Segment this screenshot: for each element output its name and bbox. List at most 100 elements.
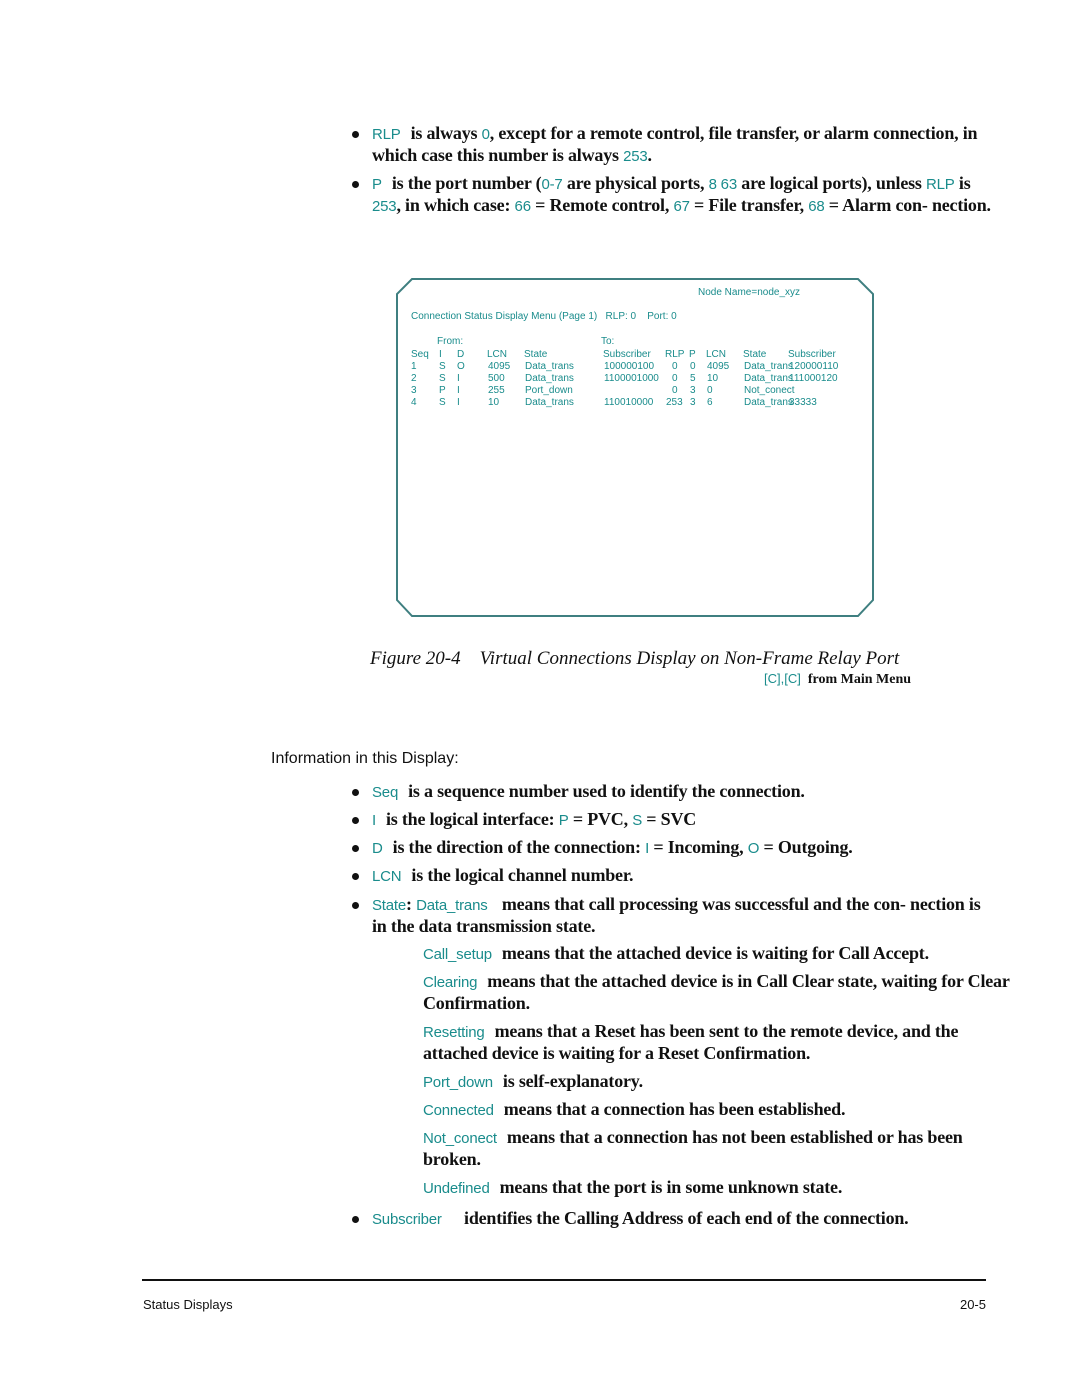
desc: identifies the Calling Address of each e… [464, 1208, 909, 1228]
text: = Outgoing. [759, 837, 853, 857]
menu-keys: [C],[C] [764, 671, 801, 686]
desc: is the logical interface: [385, 809, 559, 829]
column-header: State [524, 349, 548, 360]
figure-title: Virtual Connections Display on Non-Frame… [479, 648, 900, 669]
text: = Incoming, [649, 837, 748, 857]
table-cell: 0 [672, 361, 678, 372]
column-header: RLP [665, 349, 685, 360]
info-bullet: Iis the logical interface: P = PVC, S = … [352, 809, 1012, 831]
from-label: From: [437, 336, 464, 347]
table-cell: 3 [411, 385, 417, 396]
footer-page-number: 20-5 [959, 1297, 986, 1312]
text: is always [410, 123, 482, 143]
text: is the port number ( [391, 173, 542, 193]
bullet-subscriber: Subscriber identifies the Calling Addres… [352, 1208, 1012, 1230]
table-cell: Not_conect [744, 385, 795, 396]
code-value: 66 [514, 198, 532, 215]
menu-line: Connection Status Display Menu (Page 1) … [411, 311, 677, 322]
table-cell: Data_trans [525, 361, 574, 372]
term: Seq [372, 784, 399, 801]
code-value: 8 63 [708, 176, 738, 193]
state-item: Call_setup means that the attached device… [423, 943, 1018, 965]
table-cell: 10 [488, 397, 500, 408]
bullet-state: State: Data_trans means that call proces… [352, 894, 992, 937]
table-cell: P [439, 385, 446, 396]
state-term: Connected [423, 1102, 494, 1119]
table-cell: O [457, 361, 465, 372]
code-value: O [747, 840, 760, 857]
state-term: Call_setup [423, 946, 492, 963]
info-heading: Information in this Display: [271, 750, 459, 767]
code-value: 253 [372, 198, 397, 215]
code-value: 253 [623, 148, 648, 165]
figure-number: Figure 20-4 [370, 648, 461, 669]
state-item: Connected means that a connection has bee… [423, 1099, 1018, 1121]
state-term: Clearing [423, 974, 478, 991]
bullet-dot [352, 873, 359, 880]
term: LCN [372, 868, 402, 885]
table-cell: Port_down [525, 385, 573, 396]
table-cell: 120000110 [789, 361, 839, 372]
bullet-port: Pis the port number (0-7 are physical po… [352, 173, 1002, 217]
state-desc: means that the attached device is waitin… [501, 943, 929, 963]
state-term: Resetting [423, 1024, 485, 1041]
term: Subscriber [372, 1211, 442, 1228]
column-header: I [439, 349, 442, 360]
state-term: Port_down [423, 1074, 493, 1091]
footer-section: Status Displays [143, 1297, 233, 1312]
to-label: To: [601, 336, 615, 347]
table-cell: Data_trans [525, 397, 574, 408]
table-cell: 1 [411, 361, 417, 372]
screen-border [396, 278, 874, 617]
table-cell: 0 [707, 385, 713, 396]
table-cell: 10 [707, 373, 719, 384]
table-cell: 1100001000 [604, 373, 659, 384]
terminal-screen: Node Name=node_xyz Connection Status Dis… [396, 278, 874, 618]
footer-rule [142, 1279, 986, 1281]
term: I [372, 812, 376, 829]
table-cell: 0 [690, 361, 696, 372]
table-cell: 2 [411, 373, 417, 384]
column-header: Seq [411, 349, 429, 360]
column-header: LCN [706, 349, 727, 360]
state-desc: means that a connection has been establi… [503, 1099, 846, 1119]
table-cell: 0 [672, 373, 678, 384]
code-value: RLP [926, 176, 955, 193]
code-value: S [632, 812, 642, 829]
desc: is the logical channel number. [411, 865, 634, 885]
table-cell: 6 [707, 397, 713, 408]
state-desc: means that the attached device is in Cal… [423, 971, 1010, 1013]
table-cell: I [457, 397, 460, 408]
bullet-dot [352, 845, 359, 852]
state-desc: is self-explanatory. [502, 1071, 643, 1091]
table-cell: 3 [690, 385, 696, 396]
column-header: P [689, 349, 696, 360]
column-header: Subscriber [603, 349, 651, 360]
table-cell: Data_trans [744, 361, 793, 372]
state-desc: means that a connection has not been est… [423, 1127, 963, 1169]
text: = File transfer, [689, 195, 809, 215]
text: = Alarm con- nection. [824, 195, 991, 215]
bullet-dot [352, 131, 359, 138]
state-item: Clearing means that the attached device i… [423, 971, 1018, 1014]
text: = PVC, [568, 809, 633, 829]
info-bullet: Dis the direction of the connection: I =… [352, 837, 1012, 859]
bullet-dot [352, 902, 359, 909]
table-cell: 255 [488, 385, 505, 396]
bullet-dot [352, 817, 359, 824]
state-item: Resetting means that a Reset has been sen… [423, 1021, 1018, 1064]
bullet-dot [352, 181, 359, 188]
bullet-rlp: RLP is always 0, except for a remote cont… [352, 123, 1022, 167]
code-value: 68 [808, 198, 825, 215]
state-label: State [372, 897, 407, 914]
table-cell: S [439, 361, 446, 372]
code-value: 0 [481, 126, 490, 143]
table-cell: 33333 [789, 397, 817, 408]
state-desc: means that the port is in some unknown s… [499, 1177, 843, 1197]
state-term: Not_conect [423, 1130, 497, 1147]
table-cell: S [439, 373, 446, 384]
state-item: Not_conect means that a connection has no… [423, 1127, 1018, 1170]
bullet-dot [352, 789, 359, 796]
desc: is the direction of the connection: [392, 837, 646, 857]
menu-path: [C],[C] from Main Menu [764, 671, 911, 688]
